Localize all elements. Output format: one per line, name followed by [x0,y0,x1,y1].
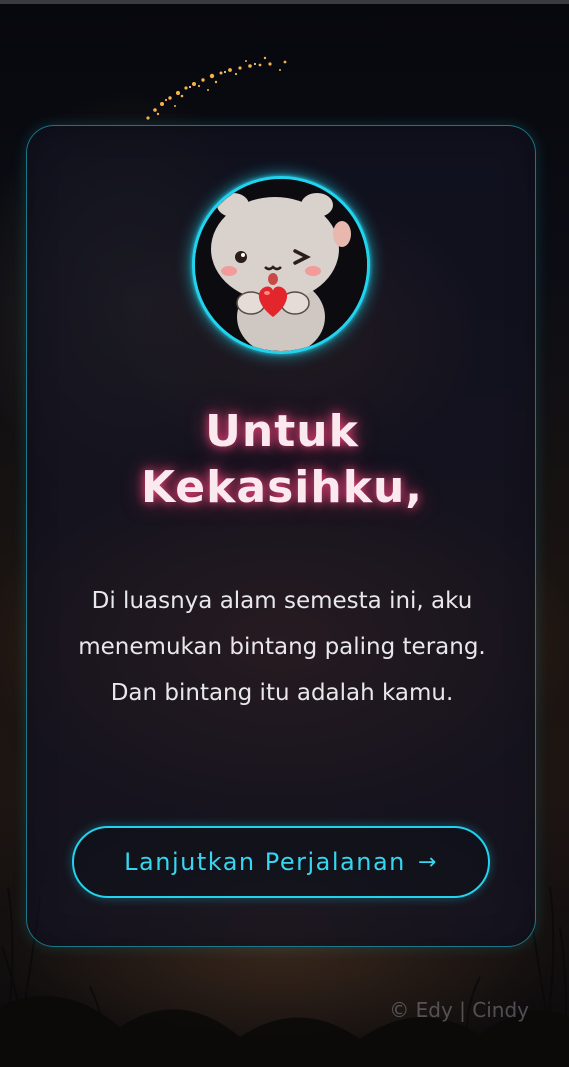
winking-cat-holding-heart-icon [195,179,367,351]
page-title: Untuk Kekasihku, [27,404,537,516]
sparkle-trail-icon [146,56,287,120]
avatar [192,176,370,354]
arrow-right-icon: → [417,849,438,875]
continue-journey-button[interactable]: Lanjutkan Perjalanan → [72,826,490,898]
title-line-1: Untuk [205,406,359,457]
continue-journey-label: Lanjutkan Perjalanan [124,848,406,876]
title-line-2: Kekasihku, [140,462,423,513]
page-background: Untuk Kekasihku, Di luasnya alam semesta… [0,0,569,1067]
greeting-card: Untuk Kekasihku, Di luasnya alam semesta… [26,125,536,947]
credit-watermark: © Edy | Cindy [389,998,529,1022]
love-message: Di luasnya alam semesta ini, aku menemuk… [78,588,486,706]
